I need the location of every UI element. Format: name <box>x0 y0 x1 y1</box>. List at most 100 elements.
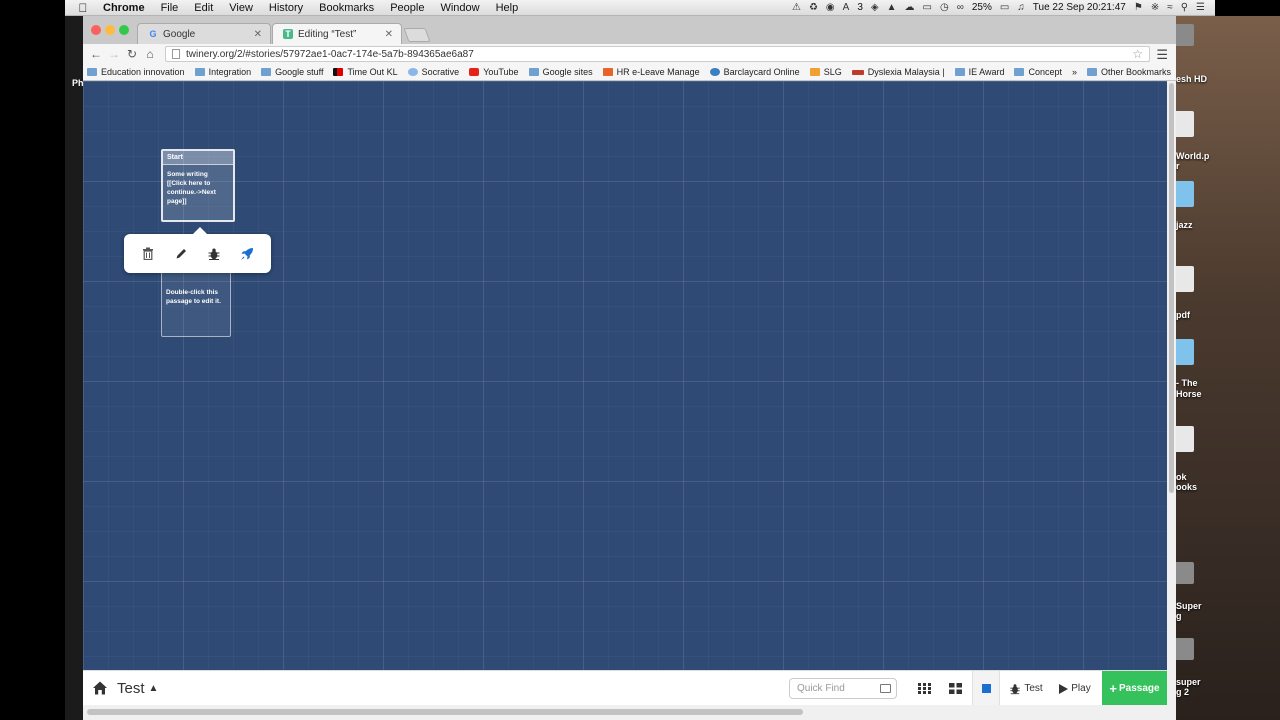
passage-structure-view-button[interactable] <box>972 671 1000 706</box>
bookmark-item[interactable]: Google stuff <box>261 67 323 77</box>
minimize-window-button[interactable] <box>105 25 115 35</box>
bookmark-item[interactable]: Google sites <box>528 67 593 77</box>
story-menu-caret-icon[interactable]: ▲ <box>149 683 159 694</box>
flag-icon[interactable]: ⚑ <box>1134 2 1143 13</box>
bookmark-item[interactable]: Barclaycard Online <box>709 67 800 77</box>
other-bookmarks[interactable]: Other Bookmarks <box>1087 67 1171 77</box>
bookmark-label: Time Out KL <box>347 67 398 77</box>
tab-google[interactable]: G Google ✕ <box>137 23 271 44</box>
bookmark-item[interactable]: HR e-Leave Manage <box>602 67 700 77</box>
chrome-menu-icon[interactable]: ☰ <box>1156 47 1168 63</box>
battery-icon[interactable]: ▭ <box>1000 2 1009 13</box>
reload-icon[interactable]: ↻ <box>123 47 141 61</box>
desktop-document-icon[interactable] <box>1174 426 1194 452</box>
new-tab-button[interactable] <box>403 28 431 42</box>
home-icon[interactable]: ⌂ <box>141 47 159 61</box>
notification-center-icon[interactable]: ☰ <box>1196 2 1205 13</box>
menu-help[interactable]: Help <box>488 2 527 14</box>
desktop-drive-icon[interactable] <box>1174 638 1194 660</box>
passage-names-excerpts-view-button[interactable] <box>912 671 936 706</box>
desktop-drive-icon[interactable] <box>1174 562 1194 584</box>
quick-find-input[interactable]: Quick Find <box>789 678 897 699</box>
apple-menu-icon[interactable]:  <box>65 1 101 15</box>
menu-edit[interactable]: Edit <box>186 2 221 14</box>
tab-title: Google <box>163 28 196 40</box>
quick-find-placeholder: Quick Find <box>797 683 845 694</box>
dropbox-icon[interactable]: ◈ <box>871 2 879 13</box>
back-arrow-icon[interactable]: ← <box>87 47 105 61</box>
tab-editing-test[interactable]: T Editing “Test” ✕ <box>272 23 402 44</box>
test-from-here-button[interactable] <box>203 243 225 265</box>
edit-passage-button[interactable] <box>170 243 192 265</box>
drive-icon[interactable]: ▲ <box>887 2 897 13</box>
desktop-document-icon[interactable] <box>1174 266 1194 292</box>
menu-bookmarks[interactable]: Bookmarks <box>311 2 382 14</box>
bookmark-star-icon[interactable]: ☆ <box>1132 47 1143 61</box>
browser-toolbar: ← → ↻ ⌂ twinery.org/2/#stories/57972ae1-… <box>83 44 1176 64</box>
volume-icon[interactable]: ♫ <box>1017 2 1025 13</box>
test-story-button[interactable]: Test <box>1004 671 1048 706</box>
play-story-button[interactable]: Play <box>1055 671 1095 706</box>
desktop-folder-icon[interactable] <box>1174 181 1194 207</box>
notification-bell-icon[interactable]: ⚠ <box>792 2 801 13</box>
wifi-icon[interactable]: ≈ <box>1167 2 1173 13</box>
desktop-item-label: super <box>1176 677 1201 687</box>
keyboard-icon[interactable] <box>880 684 891 693</box>
url-text[interactable]: twinery.org/2/#stories/57972ae1-0ac7-174… <box>186 49 474 60</box>
zoom-window-button[interactable] <box>119 25 129 35</box>
clock[interactable]: Tue 22 Sep 20:21:47 <box>1033 2 1126 13</box>
cloud-icon[interactable]: ☁ <box>905 2 915 13</box>
passage-card-start[interactable]: Start Some writing [[Click here to conti… <box>161 149 235 222</box>
menu-view[interactable]: View <box>221 2 261 14</box>
story-map-canvas[interactable]: Start Some writing [[Click here to conti… <box>83 81 1167 720</box>
binoculars-icon[interactable]: ∞ <box>957 2 964 13</box>
desktop-document-icon[interactable] <box>1174 111 1194 137</box>
tab-close-icon[interactable]: ✕ <box>385 29 393 40</box>
bookmark-item[interactable]: Concept <box>1014 67 1062 77</box>
bookmark-item[interactable]: IE Award <box>954 67 1004 77</box>
menu-window[interactable]: Window <box>432 2 487 14</box>
tab-close-icon[interactable]: ✕ <box>254 29 262 40</box>
adobe-icon[interactable]: A <box>843 2 850 13</box>
address-bar[interactable]: twinery.org/2/#stories/57972ae1-0ac7-174… <box>165 46 1150 62</box>
bookmark-item[interactable]: Time Out KL <box>333 67 398 77</box>
close-window-button[interactable] <box>91 25 101 35</box>
horizontal-scrollbar[interactable] <box>83 705 1167 720</box>
airplay-icon[interactable]: ▭ <box>923 2 932 13</box>
bookmarks-bar: Education innovation Integration Google … <box>83 64 1176 81</box>
menu-history[interactable]: History <box>261 2 311 14</box>
record-icon[interactable]: ◉ <box>826 2 835 13</box>
battery-percent: 25% <box>971 2 992 13</box>
bookmark-item[interactable]: Education innovation <box>87 67 185 77</box>
time-machine-icon[interactable]: ◷ <box>940 2 949 13</box>
desktop-drive-icon[interactable] <box>1174 24 1194 46</box>
rocket-icon <box>240 247 253 260</box>
menu-file[interactable]: File <box>153 2 187 14</box>
delete-passage-button[interactable] <box>137 243 159 265</box>
library-home-icon[interactable] <box>92 680 108 696</box>
bookmark-item[interactable]: Dyslexia Malaysia | <box>851 67 945 77</box>
story-name[interactable]: Test <box>117 680 145 697</box>
bookmarks-overflow-icon[interactable]: » <box>1072 67 1077 77</box>
bookmark-item[interactable]: Integration <box>194 67 251 77</box>
scrollbar-thumb[interactable] <box>87 709 803 715</box>
passage-title: Start <box>163 151 233 165</box>
scrollbar-thumb[interactable] <box>1169 83 1174 493</box>
bookmark-item[interactable]: Socrative <box>407 67 459 77</box>
add-passage-button[interactable]: + Passage <box>1102 671 1167 706</box>
grid-small-icon <box>917 683 931 694</box>
youtube-favicon-icon <box>469 68 480 76</box>
bookmark-item[interactable]: YouTube <box>469 67 519 77</box>
forward-arrow-icon[interactable]: → <box>105 47 123 61</box>
spotlight-icon[interactable]: ⚲ <box>1181 2 1188 13</box>
menu-people[interactable]: People <box>382 2 432 14</box>
passage-names-view-button[interactable] <box>943 671 967 706</box>
vertical-scrollbar[interactable] <box>1167 81 1176 720</box>
start-story-here-button[interactable] <box>236 243 258 265</box>
bookmark-item[interactable]: SLG <box>809 67 842 77</box>
bluetooth-icon[interactable]: ※ <box>1151 2 1159 13</box>
desktop-folder-icon[interactable] <box>1174 339 1194 365</box>
app-menu[interactable]: Chrome <box>101 2 153 14</box>
sync-icon[interactable]: ♻ <box>809 2 818 13</box>
plus-icon: + <box>1109 681 1117 696</box>
